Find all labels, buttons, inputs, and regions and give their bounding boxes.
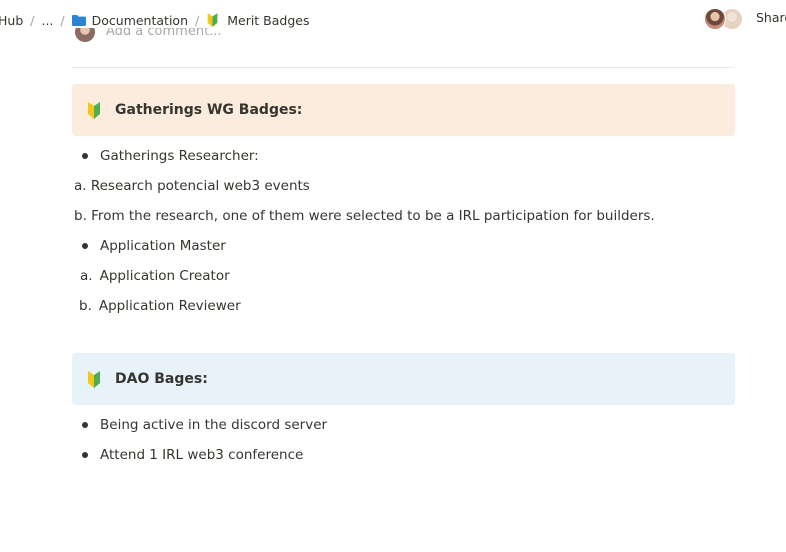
list-item-text: Application Creator <box>99 268 230 284</box>
breadcrumb-separator: / <box>195 12 200 28</box>
list-item: Attend 1 IRL web3 conference <box>82 445 303 465</box>
list-item: Gatherings Researcher: <box>82 146 259 166</box>
text-line-content: a. Research potencial web3 events <box>74 178 310 194</box>
breadcrumb-separator: / <box>30 12 35 28</box>
comment-input[interactable]: Add a comment... <box>106 28 222 39</box>
divider <box>72 67 735 68</box>
breadcrumb-documentation-label: Documentation <box>91 12 188 28</box>
callout-gatherings: Gatherings WG Badges: <box>72 84 735 136</box>
breadcrumb-separator: / <box>60 12 65 28</box>
list-marker: a. <box>80 268 93 284</box>
avatar[interactable] <box>704 8 726 30</box>
callout-dao: DAO Bages: <box>72 353 735 405</box>
list-item-text: Being active in the discord server <box>100 417 328 433</box>
share-button[interactable]: Share <box>756 10 786 25</box>
list-item: Application Master <box>82 236 226 256</box>
list-marker: b. <box>79 298 92 314</box>
collaborator-avatars[interactable] <box>704 8 746 30</box>
breadcrumb-merit-badges[interactable]: Merit Badges <box>206 12 310 28</box>
breadcrumb: Hub / ... / Documentation / Merit Badges <box>0 11 310 29</box>
bullet-icon <box>82 452 88 458</box>
text-line-content: b. From the research, one of them were s… <box>74 208 655 224</box>
list-item-text: Gatherings Researcher: <box>100 148 259 164</box>
add-comment-row[interactable]: Add a comment... <box>72 28 735 48</box>
numbered-item: a. Application Creator <box>80 266 230 286</box>
bullet-icon <box>82 422 88 428</box>
list-item-text: Application Reviewer <box>98 298 241 314</box>
callout-title: DAO Bages: <box>115 371 208 387</box>
beginner-badge-icon <box>207 13 218 27</box>
bullet-icon <box>82 243 88 249</box>
list-item: Being active in the discord server <box>82 415 327 435</box>
beginner-badge-icon <box>88 370 100 388</box>
text-line: b. From the research, one of them were s… <box>74 206 655 226</box>
breadcrumb-documentation[interactable]: Documentation <box>71 12 188 28</box>
folder-icon <box>71 14 86 26</box>
list-item-text: Attend 1 IRL web3 conference <box>100 447 304 463</box>
callout-title: Gatherings WG Badges: <box>115 102 303 118</box>
beginner-badge-icon <box>88 101 100 119</box>
list-item-text: Application Master <box>100 238 226 254</box>
numbered-item: b. Application Reviewer <box>79 296 241 316</box>
breadcrumb-hub[interactable]: Hub <box>0 13 23 28</box>
avatar <box>75 28 95 42</box>
text-line: a. Research potencial web3 events <box>74 176 310 196</box>
breadcrumb-merit-badges-label: Merit Badges <box>227 12 310 28</box>
bullet-icon <box>82 153 88 159</box>
breadcrumb-ellipsis[interactable]: ... <box>41 13 53 28</box>
